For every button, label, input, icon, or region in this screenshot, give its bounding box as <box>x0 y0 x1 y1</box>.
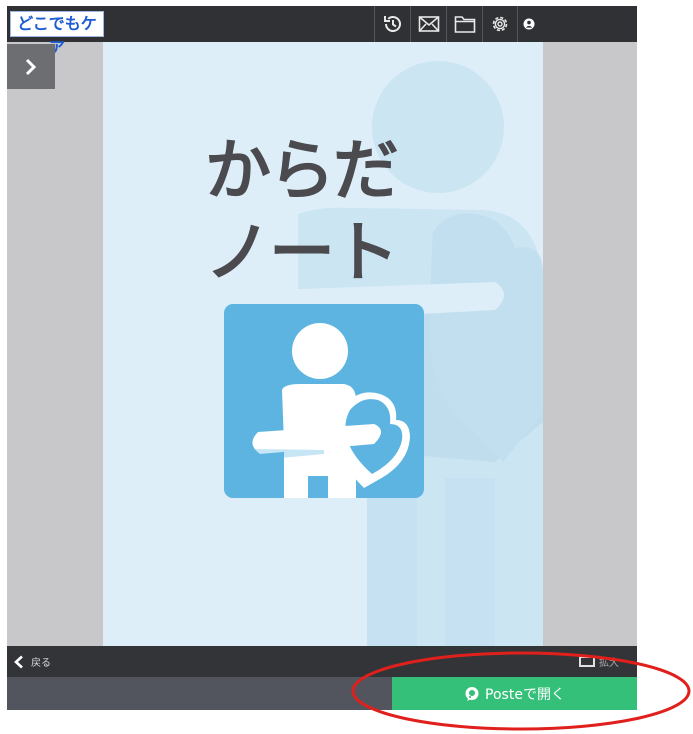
folder-button[interactable] <box>446 6 482 42</box>
title-line-2: ノート <box>205 214 399 291</box>
open-in-poste-label: Posteで開く <box>485 686 565 703</box>
top-bar: どこでもケア <box>7 6 637 57</box>
karada-note-logo-image <box>224 304 424 498</box>
user-button[interactable] <box>518 6 540 42</box>
settings-icon <box>492 16 508 32</box>
expand-icon <box>579 656 595 667</box>
back-label: 戻る <box>31 658 51 669</box>
folder-icon <box>454 16 475 33</box>
user-icon <box>523 18 535 30</box>
expand-button[interactable]: 拡大 <box>579 646 619 677</box>
expand-label: 拡大 <box>599 658 619 669</box>
chevron-left-icon <box>14 655 23 668</box>
title-line-1: からだ <box>205 132 399 209</box>
open-in-poste-button[interactable]: Posteで開く <box>392 677 637 710</box>
toolbar-icons <box>374 6 540 42</box>
viewer-app: どこでもケア からだ ノート 戻る 拡大 Posteで開く <box>7 6 637 710</box>
sidebar-toggle-button[interactable] <box>7 44 55 89</box>
settings-button[interactable] <box>482 6 518 42</box>
document-title: からだ ノート <box>205 130 399 294</box>
document-page: からだ ノート <box>103 42 543 646</box>
mail-button[interactable] <box>410 6 446 42</box>
bottom-bar: 戻る 拡大 <box>7 646 637 677</box>
back-button[interactable]: 戻る <box>13 646 51 677</box>
app-logo[interactable]: どこでもケア <box>10 11 104 57</box>
history-icon <box>383 16 401 32</box>
poste-logo-icon <box>465 686 479 701</box>
history-button[interactable] <box>374 6 410 42</box>
chevron-right-icon <box>25 58 37 75</box>
mail-icon <box>418 16 439 32</box>
